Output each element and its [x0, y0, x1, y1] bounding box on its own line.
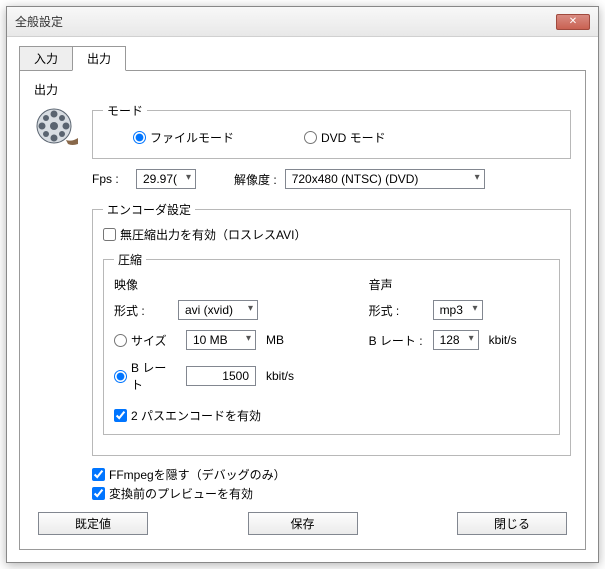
- audio-head: 音声: [369, 276, 549, 293]
- video-bitrate-input[interactable]: 1500: [186, 366, 256, 386]
- audio-bitrate-label: B レート :: [369, 332, 425, 349]
- tab-panel-output: 出力: [19, 70, 586, 550]
- close-button[interactable]: 閉じる: [457, 512, 567, 535]
- audio-format-label: 形式 :: [369, 302, 425, 319]
- hide-ffmpeg-checkbox[interactable]: FFmpegを隠す（デバッグのみ）: [92, 466, 571, 483]
- video-bitrate-unit: kbit/s: [266, 369, 294, 383]
- resolution-combo[interactable]: 720x480 (NTSC) (DVD): [285, 169, 485, 189]
- preview-checkbox[interactable]: 変換前のプレビューを有効: [92, 485, 571, 502]
- film-reel-icon: [34, 102, 82, 150]
- lossless-checkbox[interactable]: 無圧縮出力を有効（ロスレスAVI）: [103, 226, 306, 243]
- window-title: 全般設定: [15, 13, 63, 30]
- file-mode-radio[interactable]: ファイルモード: [133, 129, 234, 146]
- mode-legend: モード: [103, 102, 147, 119]
- close-icon[interactable]: ✕: [556, 14, 590, 30]
- video-column: 映像 形式 : avi (xvid) サイズ: [114, 276, 349, 401]
- save-button[interactable]: 保存: [248, 512, 358, 535]
- compress-legend: 圧縮: [114, 251, 146, 268]
- twopass-checkbox[interactable]: 2 パスエンコードを有効: [114, 407, 549, 424]
- settings-dialog: 全般設定 ✕ 入力 出力 出力: [6, 6, 599, 563]
- output-section-label: 出力: [34, 81, 571, 98]
- tab-input[interactable]: 入力: [19, 46, 72, 71]
- tab-output[interactable]: 出力: [72, 46, 126, 71]
- tab-strip: 入力 出力: [19, 46, 586, 71]
- button-row: 既定値 保存 閉じる: [34, 512, 571, 535]
- fps-combo[interactable]: 29.97(: [136, 169, 196, 189]
- size-radio[interactable]: サイズ: [114, 332, 178, 349]
- titlebar: 全般設定 ✕: [7, 7, 598, 37]
- audio-bitrate-unit: kbit/s: [489, 333, 517, 347]
- defaults-button[interactable]: 既定値: [38, 512, 148, 535]
- size-combo[interactable]: 10 MB: [186, 330, 256, 350]
- dvd-mode-radio[interactable]: DVD モード: [304, 129, 386, 146]
- mode-group: モード ファイルモード DVD モード: [92, 102, 571, 159]
- resolution-label: 解像度 :: [234, 171, 277, 188]
- bitrate-radio[interactable]: B レート: [114, 359, 178, 393]
- audio-format-combo[interactable]: mp3: [433, 300, 483, 320]
- video-head: 映像: [114, 276, 349, 293]
- content-area: 入力 出力 出力: [7, 37, 598, 562]
- fps-label: Fps :: [92, 172, 128, 186]
- audio-column: 音声 形式 : mp3 B レート : 128 kbit/s: [369, 276, 549, 401]
- audio-bitrate-combo[interactable]: 128: [433, 330, 479, 350]
- video-format-label: 形式 :: [114, 302, 170, 319]
- encoder-group: エンコーダ設定 無圧縮出力を有効（ロスレスAVI） 圧縮 映像: [92, 201, 571, 456]
- encoder-legend: エンコーダ設定: [103, 201, 195, 218]
- compress-group: 圧縮 映像 形式 : avi (xvid): [103, 251, 560, 435]
- video-format-combo[interactable]: avi (xvid): [178, 300, 258, 320]
- size-unit: MB: [266, 333, 284, 347]
